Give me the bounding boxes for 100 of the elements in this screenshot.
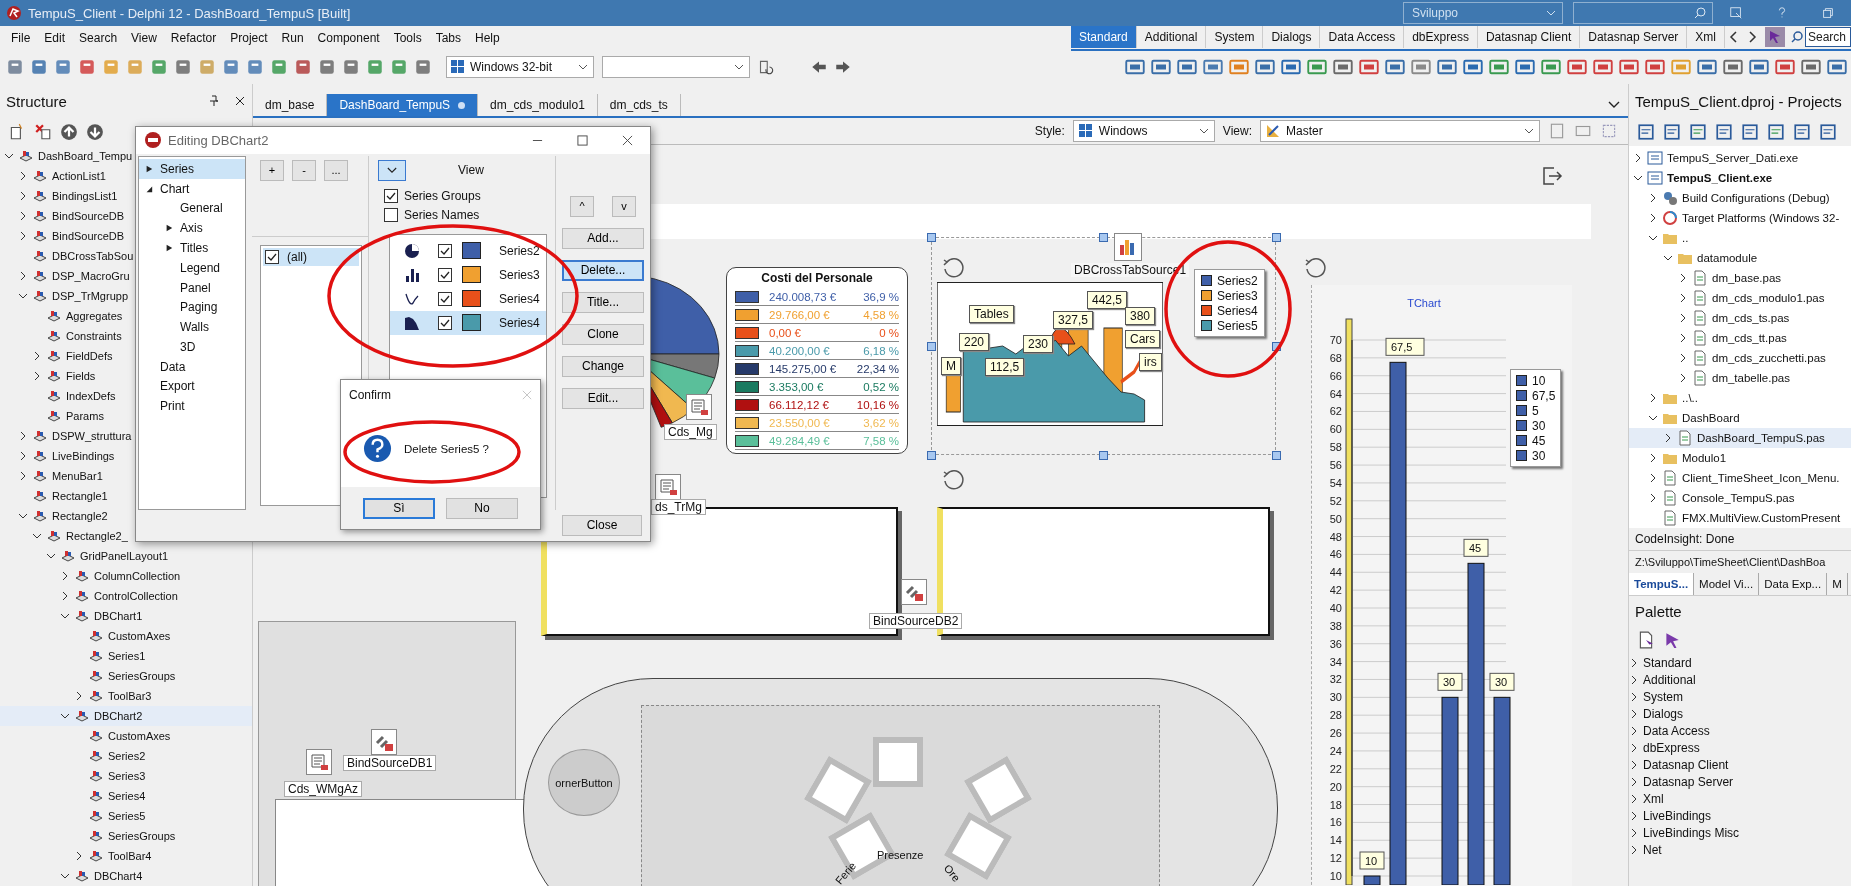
- expand-chevron-icon[interactable]: [1678, 333, 1688, 343]
- checkbox[interactable]: [384, 208, 398, 223]
- palette-tab[interactable]: Data Access: [1320, 26, 1405, 48]
- tree-item[interactable]: Build Configurations (Debug): [1629, 188, 1851, 208]
- component-icon[interactable]: [1697, 57, 1717, 77]
- component-icon[interactable]: [1229, 57, 1249, 77]
- expand-chevron-icon[interactable]: [1678, 353, 1688, 363]
- platform-combo[interactable]: Windows 32-bit: [446, 56, 594, 78]
- editor-tab[interactable]: dm_cds_ts: [597, 94, 681, 116]
- action-button[interactable]: Clone: [562, 323, 644, 345]
- expand-chevron-icon[interactable]: [32, 351, 42, 361]
- toolbar-icon[interactable]: [318, 58, 336, 76]
- menu-item[interactable]: Project: [223, 31, 275, 45]
- tree-item[interactable]: ControlCollection: [0, 586, 252, 606]
- action-button[interactable]: Edit...: [562, 387, 644, 409]
- menu-item[interactable]: Search: [72, 31, 125, 45]
- resize-handle[interactable]: [927, 451, 936, 460]
- rotate-icon[interactable]: [941, 469, 965, 493]
- series-row[interactable]: Series3: [390, 262, 546, 287]
- expand-chevron-icon[interactable]: [18, 191, 28, 201]
- palette-category[interactable]: Standard: [1629, 654, 1851, 671]
- close-button[interactable]: Close: [562, 514, 642, 536]
- restore-icon[interactable]: [1821, 6, 1835, 20]
- group-item[interactable]: (all): [263, 247, 359, 266]
- menu-item[interactable]: Edit: [37, 31, 73, 45]
- toolbar-icon[interactable]: [78, 58, 96, 76]
- toolbar-icon[interactable]: [1741, 123, 1759, 141]
- palette-tab[interactable]: Dialogs: [1263, 26, 1321, 48]
- tree-item[interactable]: Series1: [0, 646, 252, 666]
- action-button[interactable]: Add...: [562, 227, 644, 249]
- expand-chevron-icon[interactable]: [18, 211, 28, 221]
- expand-chevron-icon[interactable]: [1678, 373, 1688, 383]
- tree-item[interactable]: DBChart4: [0, 866, 252, 886]
- collapse-chevron-icon[interactable]: [1663, 253, 1673, 263]
- close-icon[interactable]: [234, 95, 246, 107]
- resize-handle[interactable]: [927, 233, 936, 242]
- resize-handle[interactable]: [927, 342, 936, 351]
- tree-item[interactable]: ToolBar3: [0, 686, 252, 706]
- palette-category[interactable]: LiveBindings: [1629, 807, 1851, 824]
- series-row[interactable]: Series4: [390, 310, 546, 335]
- toolbar-icon[interactable]: [1663, 123, 1681, 141]
- toolbar-icon[interactable]: [174, 58, 192, 76]
- expand-chevron-icon[interactable]: [1629, 844, 1639, 855]
- order-button[interactable]: v: [612, 195, 636, 217]
- collapse-chevron-icon[interactable]: [60, 611, 70, 621]
- toolbar-icon[interactable]: [246, 58, 264, 76]
- nav-item[interactable]: Panel: [139, 277, 245, 298]
- palette-category[interactable]: Datasnap Client: [1629, 756, 1851, 773]
- toolbar-icon[interactable]: [342, 58, 360, 76]
- palette-tab[interactable]: dbExpress: [1404, 26, 1478, 48]
- expand-chevron-icon[interactable]: [1629, 827, 1639, 838]
- toolbar-icon[interactable]: [294, 58, 312, 76]
- layout-combo[interactable]: Sviluppo: [1403, 2, 1563, 24]
- expand-chevron-icon[interactable]: [1648, 453, 1658, 463]
- component-icon[interactable]: [1437, 57, 1457, 77]
- group-button[interactable]: -: [292, 159, 316, 181]
- tree-item[interactable]: MenuBar1: [0, 466, 252, 486]
- tree-item[interactable]: Client_TimeSheet_Icon_Menu.: [1629, 468, 1851, 488]
- palette-category[interactable]: Net: [1629, 841, 1851, 858]
- color-swatch[interactable]: [462, 242, 481, 260]
- menu-item[interactable]: File: [4, 31, 38, 45]
- expand-chevron-icon[interactable]: [1629, 657, 1639, 668]
- nav-item[interactable]: Chart: [139, 178, 245, 199]
- component-icon[interactable]: [1385, 57, 1405, 77]
- component-icon[interactable]: [1827, 57, 1847, 77]
- component-icon[interactable]: [1151, 57, 1171, 77]
- component-icon[interactable]: [1645, 57, 1665, 77]
- rotate-icon[interactable]: [1303, 257, 1327, 281]
- tree-item[interactable]: dm_cds_tt.pas: [1629, 328, 1851, 348]
- component-icon[interactable]: [1489, 57, 1509, 77]
- toolbar-icon[interactable]: [6, 58, 24, 76]
- tree-item[interactable]: DashBoard_TempuS.pas: [1629, 428, 1851, 448]
- group-button[interactable]: +: [260, 159, 284, 181]
- nav-item[interactable]: Export: [139, 376, 245, 397]
- component-icon[interactable]: [1333, 57, 1353, 77]
- toolbar-icon[interactable]: [1793, 123, 1811, 141]
- tree-item[interactable]: Console_TempuS.pas: [1629, 488, 1851, 508]
- tree-item[interactable]: CustomAxes: [0, 626, 252, 646]
- palette-tab[interactable]: Standard: [1071, 26, 1137, 48]
- panel-tab[interactable]: M: [1827, 573, 1848, 595]
- checkbox[interactable]: [265, 249, 279, 264]
- resize-handle[interactable]: [1272, 451, 1281, 460]
- component-icon[interactable]: [1723, 57, 1743, 77]
- expand-chevron-icon[interactable]: [1648, 473, 1658, 483]
- component-icon[interactable]: [1567, 57, 1587, 77]
- expand-chevron-icon[interactable]: [1678, 313, 1688, 323]
- component-icon[interactable]: [1177, 57, 1197, 77]
- component-icon[interactable]: [1359, 57, 1379, 77]
- expand-chevron-icon[interactable]: [1633, 153, 1643, 163]
- tree-item[interactable]: SeriesGroups: [0, 826, 252, 846]
- color-swatch[interactable]: [462, 266, 481, 284]
- component-icon[interactable]: [1515, 57, 1535, 77]
- tree-item[interactable]: ToolBar4: [0, 846, 252, 866]
- pointer-icon[interactable]: [1765, 27, 1785, 47]
- maximize-icon[interactable]: [577, 134, 588, 146]
- toolbar-icon[interactable]: [30, 58, 48, 76]
- component-icon[interactable]: [1203, 57, 1223, 77]
- dialog-button[interactable]: No: [446, 497, 518, 519]
- component-icon[interactable]: [1281, 57, 1301, 77]
- palette-tab[interactable]: Datasnap Client: [1477, 26, 1581, 48]
